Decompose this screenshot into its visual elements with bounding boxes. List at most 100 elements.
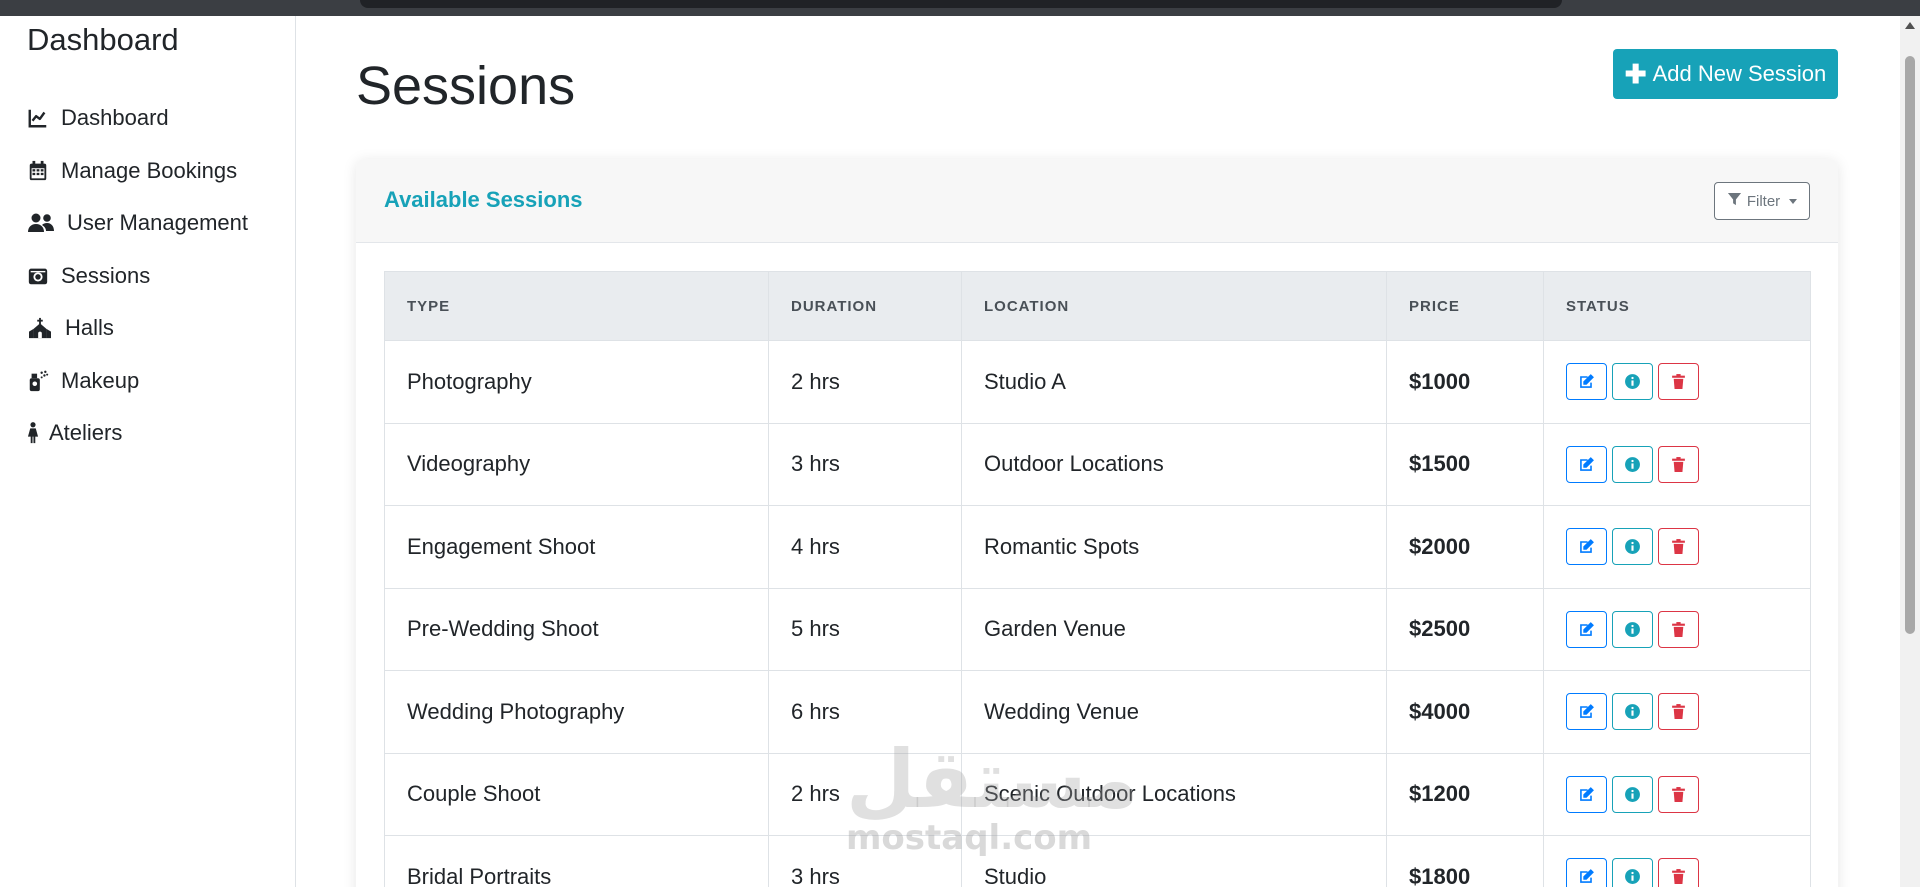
delete-button[interactable] — [1658, 693, 1699, 731]
card-title: Available Sessions — [384, 187, 583, 212]
cell-price: $1500 — [1386, 422, 1544, 506]
add-new-session-button[interactable]: ✚ Add New Session — [1613, 49, 1838, 99]
cell-price: $1800 — [1386, 835, 1544, 887]
row-actions — [1566, 445, 1788, 483]
cell-price: $2500 — [1386, 587, 1544, 671]
cell-price: $1200 — [1386, 752, 1544, 836]
camera-icon — [27, 265, 49, 287]
info-button[interactable] — [1612, 693, 1653, 731]
edit-button[interactable] — [1566, 858, 1607, 887]
info-button[interactable] — [1612, 363, 1653, 401]
row-actions — [1566, 775, 1788, 813]
edit-button[interactable] — [1566, 363, 1607, 401]
filter-dropdown-button[interactable]: Filter — [1714, 182, 1810, 220]
info-icon — [1624, 703, 1641, 720]
trash-icon — [1670, 703, 1687, 720]
table-row: Wedding Photography 6 hrs Wedding Venue $40… — [384, 670, 1811, 754]
cell-duration: 2 hrs — [768, 752, 962, 836]
info-button[interactable] — [1612, 528, 1653, 566]
delete-button[interactable] — [1658, 775, 1699, 813]
cell-type: Couple Shoot — [384, 752, 769, 836]
cell-price: $1000 — [1386, 340, 1544, 424]
cell-type: Pre-Wedding Shoot — [384, 587, 769, 671]
edit-button[interactable] — [1566, 610, 1607, 648]
plus-icon: ✚ — [1624, 59, 1647, 89]
table-body: Photography 2 hrs Studio A $1000 Videography… — [384, 340, 1811, 887]
column-header-price[interactable]: Price — [1386, 271, 1544, 341]
table-row: Engagement Shoot 4 hrs Romantic Spots $2000 — [384, 505, 1811, 589]
sidebar-item-halls[interactable]: Halls — [27, 302, 248, 355]
delete-button[interactable] — [1658, 445, 1699, 483]
sessions-table: Type Duration Location Price Status Phot… — [384, 271, 1811, 887]
table-row: Videography 3 hrs Outdoor Locations $1500 — [384, 422, 1811, 506]
row-actions — [1566, 363, 1788, 401]
sidebar-item-label: Makeup — [61, 367, 140, 393]
cell-status — [1543, 422, 1811, 506]
column-header-type[interactable]: Type — [384, 271, 769, 341]
edit-button[interactable] — [1566, 528, 1607, 566]
info-icon — [1624, 868, 1641, 885]
edit-icon — [1578, 456, 1595, 473]
sidebar-item-label: Ateliers — [49, 420, 123, 446]
info-icon — [1624, 373, 1641, 390]
trash-icon — [1670, 373, 1687, 390]
cell-duration: 2 hrs — [768, 340, 962, 424]
info-button[interactable] — [1612, 858, 1653, 887]
cell-location: Romantic Spots — [961, 505, 1387, 589]
chart-line-icon — [27, 107, 49, 129]
cell-duration: 3 hrs — [768, 422, 962, 506]
sidebar: Dashboard Dashboard Manage Bookings User… — [0, 16, 296, 887]
info-button[interactable] — [1612, 445, 1653, 483]
column-header-location[interactable]: Location — [961, 271, 1387, 341]
cell-location: Garden Venue — [961, 587, 1387, 671]
info-button[interactable] — [1612, 775, 1653, 813]
vertical-scrollbar[interactable] — [1900, 16, 1920, 887]
delete-button[interactable] — [1658, 610, 1699, 648]
trash-icon — [1670, 456, 1687, 473]
info-icon — [1624, 538, 1641, 555]
cell-status — [1543, 505, 1811, 589]
edit-button[interactable] — [1566, 693, 1607, 731]
sessions-card: Available Sessions Filter Type Duration — [356, 159, 1838, 887]
spray-can-icon — [27, 370, 49, 392]
column-header-status[interactable]: Status — [1543, 271, 1811, 341]
cell-status — [1543, 670, 1811, 754]
sidebar-item-dashboard[interactable]: Dashboard — [27, 92, 248, 145]
delete-button[interactable] — [1658, 528, 1699, 566]
cell-location: Wedding Venue — [961, 670, 1387, 754]
scrollbar-thumb[interactable] — [1905, 56, 1915, 634]
column-header-duration[interactable]: Duration — [768, 271, 962, 341]
cell-type: Bridal Portraits — [384, 835, 769, 887]
sidebar-item-makeup[interactable]: Makeup — [27, 355, 248, 408]
row-actions — [1566, 528, 1788, 566]
cell-duration: 3 hrs — [768, 835, 962, 887]
cell-type: Wedding Photography — [384, 670, 769, 754]
sidebar-item-sessions[interactable]: Sessions — [27, 250, 248, 303]
info-button[interactable] — [1612, 610, 1653, 648]
cell-status — [1543, 340, 1811, 424]
cell-duration: 5 hrs — [768, 587, 962, 671]
sidebar-item-user-management[interactable]: User Management — [27, 197, 248, 250]
browser-top-bar — [0, 0, 1920, 16]
scroll-up-arrow-icon[interactable] — [1905, 22, 1915, 29]
sidebar-brand: Dashboard — [27, 22, 179, 57]
edit-button[interactable] — [1566, 775, 1607, 813]
sidebar-item-ateliers[interactable]: Ateliers — [27, 407, 248, 460]
table-header-row: Type Duration Location Price Status — [384, 271, 1811, 341]
sidebar-item-label: Halls — [65, 315, 114, 341]
row-actions — [1566, 858, 1788, 887]
cell-location: Outdoor Locations — [961, 422, 1387, 506]
edit-icon — [1578, 786, 1595, 803]
edit-button[interactable] — [1566, 445, 1607, 483]
card-header: Available Sessions Filter — [356, 159, 1838, 243]
trash-icon — [1670, 621, 1687, 638]
edit-icon — [1578, 621, 1595, 638]
trash-icon — [1670, 786, 1687, 803]
cell-location: Studio — [961, 835, 1387, 887]
church-icon — [27, 317, 53, 339]
delete-button[interactable] — [1658, 858, 1699, 887]
sidebar-item-manage-bookings[interactable]: Manage Bookings — [27, 145, 248, 198]
delete-button[interactable] — [1658, 363, 1699, 401]
female-icon — [27, 422, 39, 444]
cell-duration: 6 hrs — [768, 670, 962, 754]
